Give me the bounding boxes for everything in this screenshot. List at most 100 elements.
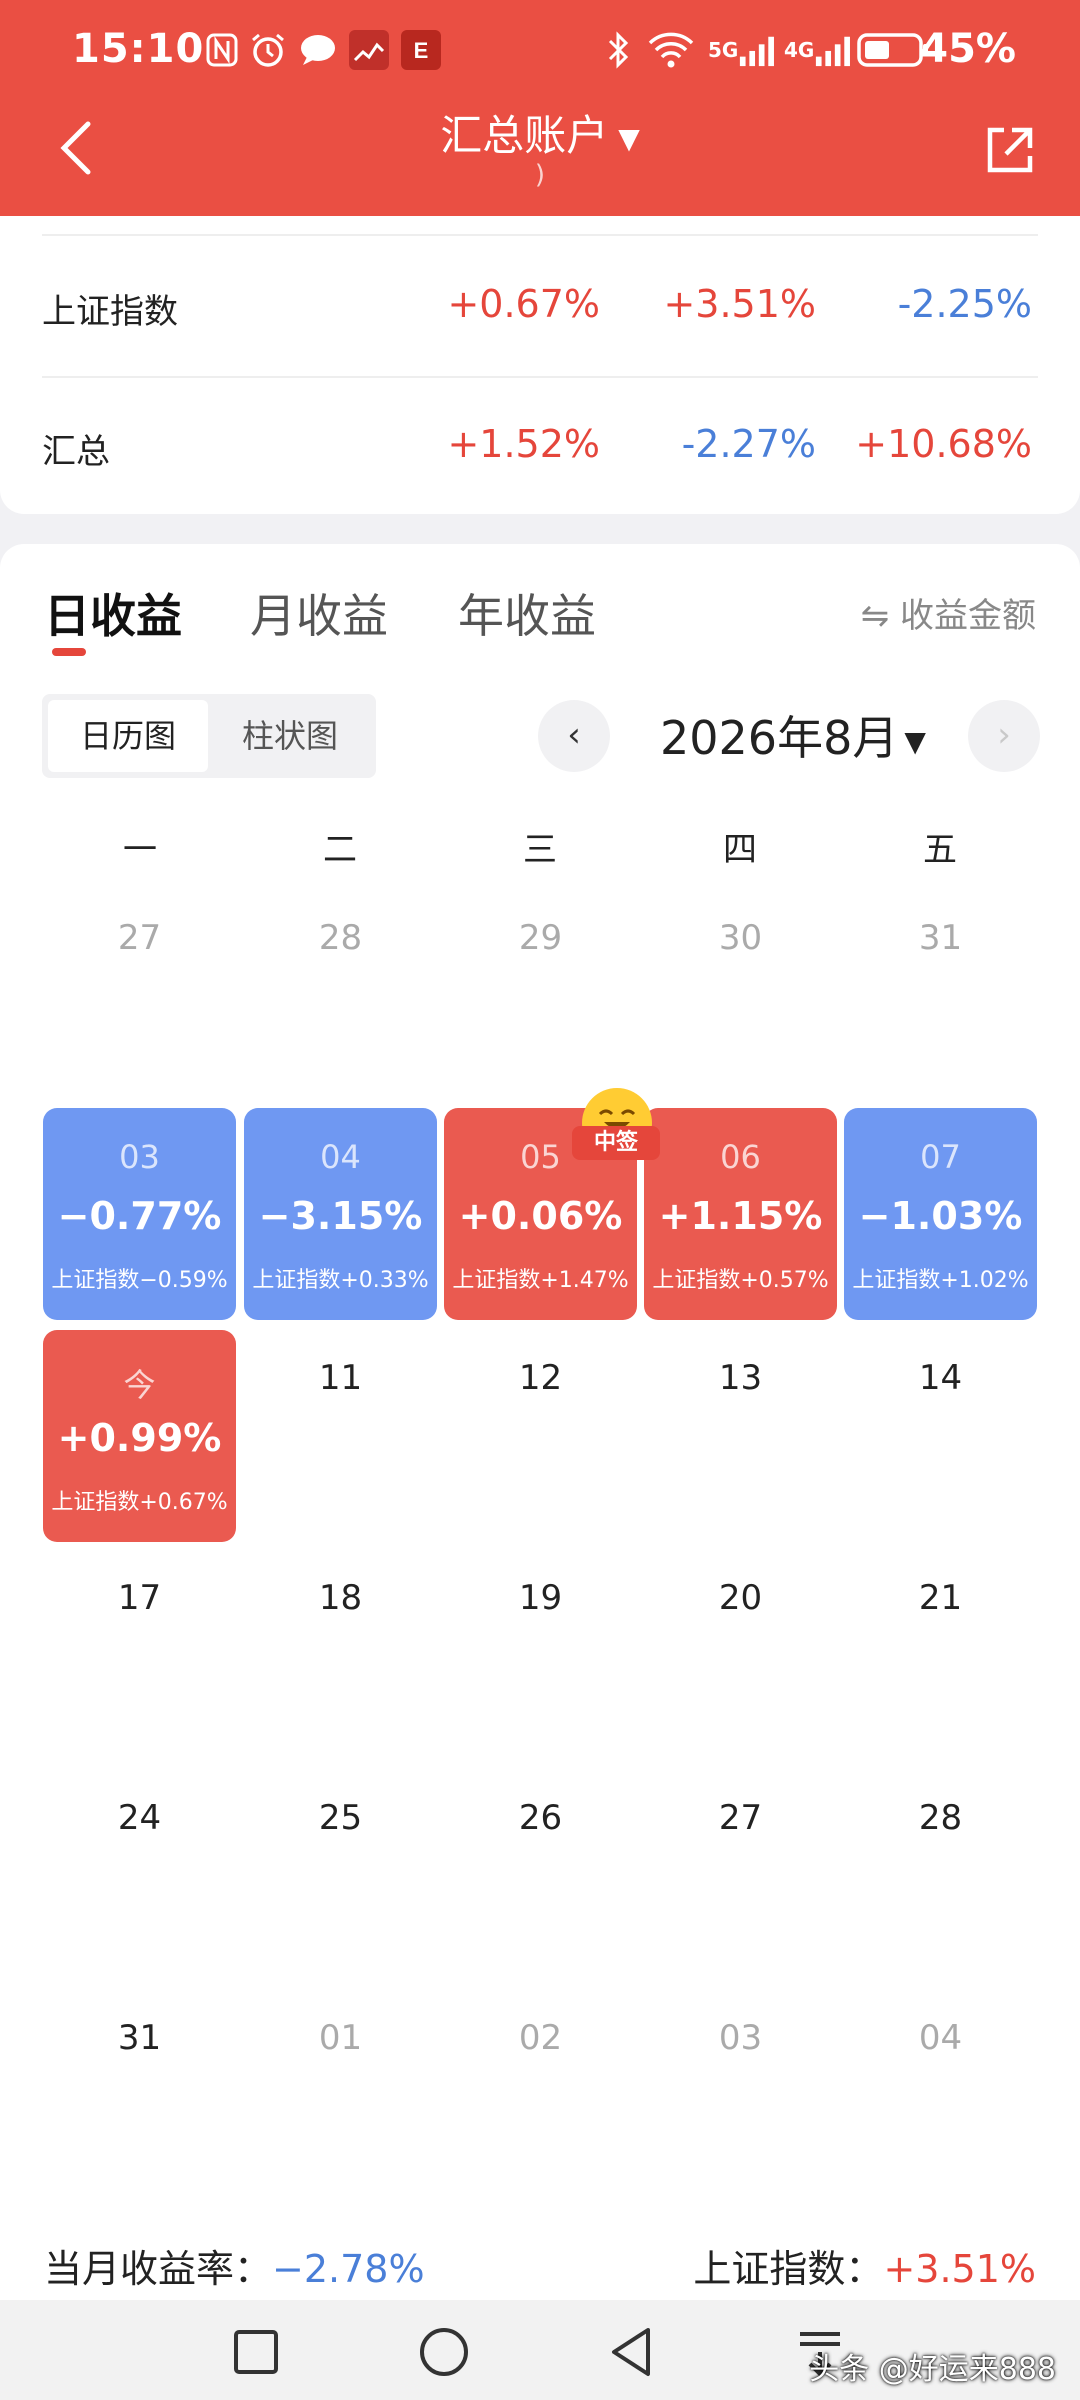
row-value-3: -2.25% — [897, 282, 1032, 326]
network-4g-label: 4G — [784, 38, 815, 62]
month-label: 2026年8月 — [660, 711, 899, 765]
row-value-2: -2.27% — [681, 422, 816, 466]
daily-return: +0.06% — [458, 1194, 623, 1238]
recent-apps-button[interactable] — [226, 2322, 286, 2382]
message-icon — [298, 30, 338, 70]
calendar-day[interactable]: 31 — [43, 2018, 236, 2058]
amount-toggle-button[interactable]: ⇋ 收益金额 — [861, 588, 1036, 637]
day-number: 07 — [920, 1138, 961, 1176]
tab-yearly[interactable]: 年收益 — [458, 580, 596, 646]
calendar-day-today[interactable]: 今 +0.99% 上证指数+0.67% — [43, 1330, 236, 1542]
svg-text:E: E — [414, 38, 429, 63]
network-5g-label: 5G — [708, 38, 739, 62]
calendar-day[interactable]: 31 — [844, 918, 1037, 958]
calendar-day[interactable]: 27 — [43, 918, 236, 958]
day-number: 29 — [518, 918, 563, 958]
day-number: 28 — [318, 918, 363, 958]
account-selector[interactable]: 汇总账户 ▼ — [0, 102, 1080, 163]
weekday-thu: 四 — [723, 830, 757, 870]
divider — [42, 234, 1038, 236]
status-bar: 15:10 E 5G 4G 45% — [0, 20, 1080, 84]
calendar-day[interactable]: 11 — [244, 1358, 437, 1398]
month-return-label: 当月收益率： — [44, 2247, 273, 2291]
app-notify-icon-2: E — [400, 30, 442, 70]
calendar-day[interactable]: 19 — [444, 1578, 637, 1618]
day-number: 26 — [518, 1798, 563, 1838]
weekday-tue: 二 — [323, 830, 357, 870]
row-value-3: +10.68% — [855, 422, 1032, 466]
index-return: 上证指数+1.02% — [852, 1268, 1029, 1293]
calendar-day[interactable]: 25 — [244, 1798, 437, 1838]
index-return: 上证指数−0.59% — [51, 1268, 228, 1293]
view-bar-option[interactable]: 柱状图 — [210, 700, 370, 772]
signal-4g-icon: 4G — [784, 30, 856, 70]
share-button[interactable] — [980, 120, 1040, 180]
day-number: 20 — [718, 1578, 763, 1618]
index-return-summary: 上证指数：+3.51% — [693, 2238, 1036, 2293]
calendar-day[interactable]: 29 — [444, 918, 637, 958]
index-return-value: +3.51% — [883, 2247, 1036, 2291]
wifi-icon — [644, 30, 698, 70]
calendar-day[interactable]: 04 — [844, 2018, 1037, 2058]
account-subtitle: ) — [534, 160, 546, 190]
calendar-day[interactable]: 21 — [844, 1578, 1037, 1618]
calendar-day[interactable]: 03 — [644, 2018, 837, 2058]
row-value-1: +1.52% — [447, 422, 600, 466]
calendar-day-performance[interactable]: 07 −1.03% 上证指数+1.02% — [844, 1108, 1037, 1320]
tab-daily[interactable]: 日收益 — [44, 580, 182, 646]
day-number: 03 — [119, 1138, 160, 1176]
calendar-day[interactable]: 30 — [644, 918, 837, 958]
prev-month-button[interactable]: ‹ — [538, 700, 610, 772]
day-number: 03 — [718, 2018, 763, 2058]
calendar-day[interactable]: 18 — [244, 1578, 437, 1618]
day-number: 27 — [718, 1798, 763, 1838]
lottery-win-sticker: 中签 — [572, 1088, 660, 1168]
daily-return: −3.15% — [258, 1194, 423, 1238]
calendar-day[interactable]: 28 — [844, 1798, 1037, 1838]
sticker-label: 中签 — [572, 1126, 660, 1160]
calendar-day[interactable]: 14 — [844, 1358, 1037, 1398]
calendar-day[interactable]: 02 — [444, 2018, 637, 2058]
next-month-button[interactable]: › — [968, 700, 1040, 772]
square-icon — [234, 2330, 278, 2374]
weekday-mon: 一 — [123, 830, 157, 870]
day-number: 24 — [117, 1798, 162, 1838]
index-return-label: 上证指数： — [693, 2247, 884, 2291]
calendar-day[interactable]: 17 — [43, 1578, 236, 1618]
day-number: 02 — [518, 2018, 563, 2058]
day-number: 11 — [318, 1358, 363, 1398]
calendar-day-performance[interactable]: 04 −3.15% 上证指数+0.33% — [244, 1108, 437, 1320]
dropdown-caret-icon: ▼ — [618, 122, 640, 155]
nfc-icon — [204, 30, 240, 70]
calendar-day[interactable]: 27 — [644, 1798, 837, 1838]
index-return: 上证指数+0.33% — [252, 1268, 429, 1293]
calendar-day[interactable]: 12 — [444, 1358, 637, 1398]
day-number: 14 — [918, 1358, 963, 1398]
tab-monthly[interactable]: 月收益 — [250, 580, 388, 646]
share-icon — [987, 127, 1033, 173]
calendar-day-performance[interactable]: 06 +1.15% 上证指数+0.57% — [644, 1108, 837, 1320]
circle-icon — [420, 2328, 468, 2376]
daily-return: +1.15% — [658, 1194, 823, 1238]
daily-return: −0.77% — [57, 1194, 222, 1238]
row-name: 汇总 — [42, 432, 110, 472]
calendar-day[interactable]: 24 — [43, 1798, 236, 1838]
calendar-day-performance[interactable]: 03 −0.77% 上证指数−0.59% — [43, 1108, 236, 1320]
home-button[interactable] — [414, 2322, 474, 2382]
calendar-day[interactable]: 20 — [644, 1578, 837, 1618]
calendar-day[interactable]: 26 — [444, 1798, 637, 1838]
back-nav-button[interactable] — [602, 2322, 662, 2382]
month-selector[interactable]: 2026年8月 ▼ — [660, 702, 926, 768]
app-notify-icon-1 — [348, 30, 390, 70]
daily-return: −1.03% — [858, 1194, 1023, 1238]
day-number: 25 — [318, 1798, 363, 1838]
day-number: 31 — [918, 918, 963, 958]
month-return-summary: 当月收益率：−2.78% — [44, 2238, 425, 2293]
calendar-day[interactable]: 01 — [244, 2018, 437, 2058]
view-calendar-option[interactable]: 日历图 — [48, 700, 208, 772]
calendar-day[interactable]: 13 — [644, 1358, 837, 1398]
month-return-value: −2.78% — [272, 2247, 425, 2291]
calendar-day[interactable]: 28 — [244, 918, 437, 958]
signal-5g-icon: 5G — [708, 30, 780, 70]
alarm-icon — [248, 30, 288, 70]
